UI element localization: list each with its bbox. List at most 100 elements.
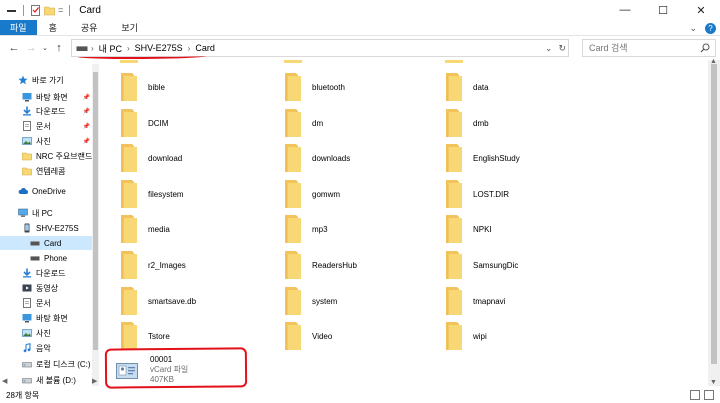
scroll-right-icon[interactable]: ▶ [92,377,97,385]
picture-icon [22,136,32,146]
breadcrumb-separator-icon[interactable]: › [88,44,97,53]
sidebar-item[interactable]: 바탕 화면 📌 [0,90,92,104]
folder-item[interactable]: Video [284,321,444,351]
sidebar-item[interactable]: 사진 [0,326,92,340]
folder-item[interactable]: DCIM [120,108,280,138]
folder-item[interactable]: LOST.DIR [445,179,605,209]
sidebar-item[interactable]: 다운로드 [0,266,92,280]
sidebar-item-label: 사진 [36,136,51,146]
file-list: 00001 vCard 파일 407KB bible bluetooth data D… [102,60,707,386]
folder-item[interactable]: dmb [445,108,605,138]
folder-name: Tstore [148,331,170,341]
folder-item[interactable]: SamsungDic [445,250,605,280]
large-icons-view-icon[interactable] [704,390,714,400]
sidebar-item[interactable]: SHV-E275S [0,221,92,235]
phone-icon [22,223,32,233]
sidebar-item[interactable]: NRC 주요브랜드 [0,149,92,163]
tab-view[interactable]: 보기 [109,20,150,35]
folder-item[interactable]: bible [120,72,280,102]
sidebar-item[interactable]: 바탕 화면 [0,311,92,325]
folder-item[interactable]: system [284,286,444,316]
sidebar-item[interactable]: 문서 📌 [0,119,92,133]
sidebar-item[interactable]: 문서 [0,296,92,310]
folder-item[interactable]: gomwm [284,179,444,209]
new-folder-icon[interactable] [44,5,55,16]
folder-name: wipi [473,331,487,341]
search-box[interactable] [582,39,716,57]
breadcrumb-separator-icon[interactable]: › [124,44,133,53]
folder-item[interactable]: Tstore [120,321,280,351]
breadcrumb-device[interactable]: SHV-E275S [133,43,185,53]
sidebar-item[interactable]: 연템레콤 [0,164,92,178]
sidebar-scrollbar[interactable] [92,64,99,386]
folder-item[interactable]: filesystem [120,179,280,209]
sidebar-item[interactable]: 동영상 [0,281,92,295]
folder-icon [120,108,138,138]
sidebar-item-label: Card [44,238,62,248]
folder-item[interactable]: bluetooth [284,72,444,102]
scroll-down-icon[interactable]: ▼ [710,379,717,386]
system-menu-icon[interactable] [6,5,17,16]
sidebar-item[interactable]: 바로 가기 [0,73,92,87]
scroll-left-icon[interactable]: ◀ [2,377,7,385]
sidebar-item[interactable]: OneDrive [0,184,92,198]
sidebar-item[interactable]: Phone [0,251,92,265]
sidebar-item[interactable]: 내 PC [0,206,92,220]
refresh-icon[interactable]: ↻ [558,43,566,54]
folder-item[interactable]: data [445,72,605,102]
minimize-button[interactable]: — [606,0,644,20]
sidebar-scrollbar-thumb[interactable] [93,72,98,350]
document-icon [22,298,32,308]
sidebar-item-label: Phone [44,253,68,263]
folder-item[interactable]: wipi [445,321,605,351]
folder-item[interactable]: smartsave.db [120,286,280,316]
tab-share[interactable]: 공유 [69,20,110,35]
folder-item[interactable]: tmapnavi [445,286,605,316]
tab-file[interactable]: 파일 [0,20,37,35]
address-dropdown-icon[interactable]: ⌄ [545,43,553,54]
drive-icon [76,46,88,51]
close-button[interactable]: ✕ [682,0,720,20]
search-input[interactable] [589,43,697,53]
recent-locations-icon[interactable]: ⌄ [40,40,50,56]
folder-item[interactable]: r2_Images [120,250,280,280]
folder-item[interactable]: mp3 [284,214,444,244]
help-icon[interactable]: ? [705,22,716,34]
back-arrow-icon[interactable]: ← [6,40,22,56]
content-scrollbar[interactable]: ▲ ▼ [708,58,720,386]
breadcrumb-card[interactable]: Card [193,43,217,53]
properties-icon[interactable] [30,4,41,16]
folder-icon [284,214,302,244]
breadcrumb-separator-icon[interactable]: › [185,44,194,53]
maximize-button[interactable]: ☐ [644,0,682,20]
folder-icon [120,179,138,209]
folder-name: dm [312,118,324,128]
search-icon[interactable] [700,43,710,53]
folder-item[interactable]: ReadersHub [284,250,444,280]
breadcrumb-this-pc[interactable]: 내 PC [97,42,124,55]
folder-item[interactable]: download [120,143,280,173]
folder-icon [120,72,138,102]
sidebar-item[interactable]: 로컬 디스크 (C:) [0,357,92,371]
folder-item[interactable]: media [120,214,280,244]
folder-icon [120,143,138,173]
folder-item[interactable]: dm [284,108,444,138]
sidebar-item[interactable]: 음악 [0,341,92,355]
folder-item[interactable]: EnglishStudy [445,143,605,173]
sidebar-item[interactable]: 다운로드 📌 [0,104,92,118]
up-arrow-icon[interactable]: ↑ [51,40,67,56]
toolbar-dropdown-icon[interactable]: = [58,5,63,15]
expand-ribbon-icon[interactable]: ⌄ [689,23,697,34]
sidebar-item-label: SHV-E275S [36,223,79,233]
folder-name: LOST.DIR [473,189,510,199]
content-scrollbar-thumb[interactable] [711,64,717,364]
folder-item[interactable]: downloads [284,143,444,173]
sidebar-item[interactable]: Card [0,236,92,250]
folder-item[interactable]: NPKI [445,214,605,244]
forward-arrow-icon[interactable]: → [23,40,39,56]
tab-home[interactable]: 홈 [37,20,69,35]
drive-icon [30,238,40,248]
sidebar-item[interactable]: 사진 📌 [0,134,92,148]
video-icon [22,283,32,293]
details-view-icon[interactable] [690,390,700,400]
